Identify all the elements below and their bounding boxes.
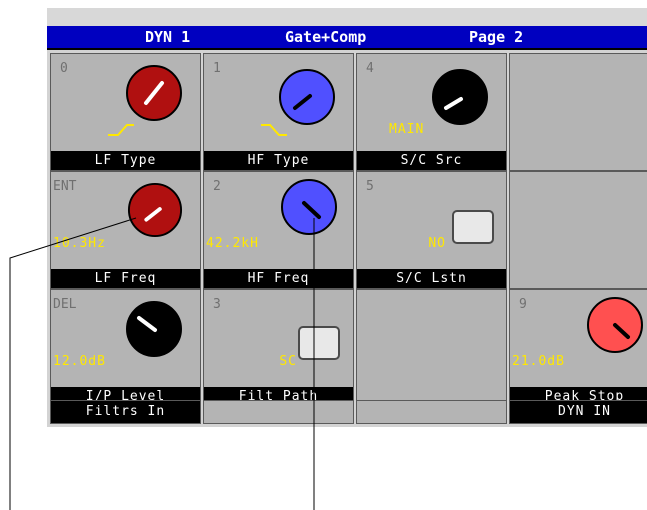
control-peak-stop[interactable]: 9 21.0dB Peak Stop (509, 289, 647, 407)
control-lf-type[interactable]: 0 LF Type (50, 53, 201, 171)
hf-freq-knob-icon[interactable] (280, 178, 338, 236)
top-strip (47, 8, 647, 26)
sc-lstn-value: NO (428, 236, 446, 251)
hf-type-label: HF Type (204, 151, 353, 170)
sc-src-value: MAIN (389, 122, 425, 137)
hf-type-knob-icon[interactable] (278, 68, 336, 126)
empty-cell (509, 53, 647, 171)
control-sc-src[interactable]: 4 MAIN S/C Src (356, 53, 507, 171)
section-title: DYN 1 (145, 28, 191, 46)
control-index: 4 (366, 61, 374, 76)
control-lf-freq[interactable]: ENT 10.3Hz LF Freq (50, 171, 201, 289)
ip-level-value: 12.0dB (53, 354, 106, 369)
hf-freq-label: HF Freq (204, 269, 353, 288)
lf-freq-value: 10.3Hz (53, 236, 106, 251)
control-index: 1 (213, 61, 221, 76)
high-shelf-icon (261, 124, 287, 136)
mode-title: Gate+Comp (285, 28, 367, 46)
peak-stop-value: 21.0dB (512, 354, 565, 369)
lf-freq-knob-icon[interactable] (127, 182, 183, 238)
filt-path-value: SC (279, 354, 297, 369)
hf-freq-value: 42.2kH (206, 236, 259, 251)
lf-type-knob-icon[interactable] (125, 64, 183, 122)
control-index: 3 (213, 297, 221, 312)
page-title: Page 2 (469, 28, 524, 46)
dyn-in-button[interactable]: DYN IN (509, 400, 647, 424)
control-sc-lstn[interactable]: 5 NO S/C Lstn (356, 171, 507, 289)
console-screen: DYN 1 Gate+Comp Page 2 0 LF Type 1 HF Ty… (47, 8, 647, 427)
filters-in-button[interactable]: Filtrs In (50, 400, 201, 424)
title-bar: DYN 1 Gate+Comp Page 2 (47, 26, 647, 50)
filt-path-switch[interactable] (298, 326, 340, 360)
sc-src-knob-icon[interactable] (431, 68, 489, 126)
control-index: 5 (366, 179, 374, 194)
control-ip-level[interactable]: DEL 12.0dB I/P Level (50, 289, 201, 407)
lf-type-label: LF Type (51, 151, 200, 170)
sc-lstn-label: S/C Lstn (357, 269, 506, 288)
control-hf-freq[interactable]: 2 42.2kH HF Freq (203, 171, 354, 289)
control-index: DEL (53, 297, 77, 312)
lf-freq-label: LF Freq (51, 269, 200, 288)
empty-cell (509, 171, 647, 289)
empty-cell (356, 289, 507, 407)
control-index: 2 (213, 179, 221, 194)
sc-src-label: S/C Src (357, 151, 506, 170)
control-index: 0 (60, 61, 68, 76)
ip-level-knob-icon[interactable] (125, 300, 183, 358)
low-shelf-icon (108, 124, 134, 136)
sc-lstn-switch[interactable] (452, 210, 494, 244)
control-index: ENT (53, 179, 77, 194)
blank-button[interactable] (356, 400, 507, 424)
peak-stop-knob-icon[interactable] (586, 296, 644, 354)
control-index: 9 (519, 297, 527, 312)
control-filt-path[interactable]: 3 SC Filt Path (203, 289, 354, 407)
blank-button[interactable] (203, 400, 354, 424)
control-hf-type[interactable]: 1 HF Type (203, 53, 354, 171)
